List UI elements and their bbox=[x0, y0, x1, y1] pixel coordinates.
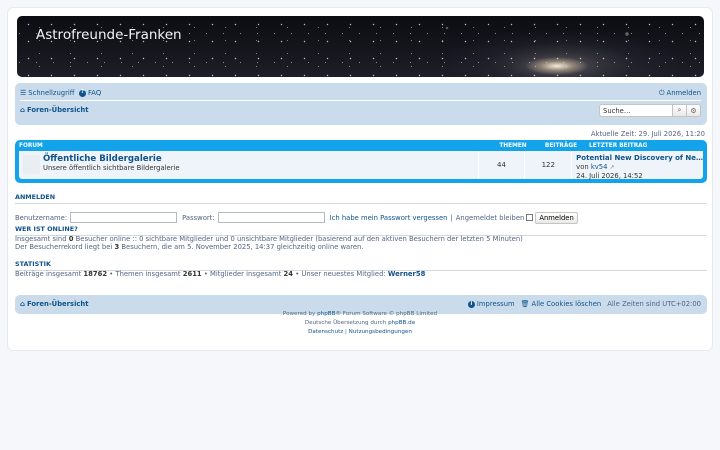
delete-cookies-label: Alle Cookies löschen bbox=[531, 300, 602, 308]
site-title[interactable]: Astrofreunde-Franken bbox=[36, 27, 182, 43]
faq-label: FAQ bbox=[88, 89, 102, 97]
last-post-author: von kv54 ↗ bbox=[576, 163, 703, 171]
login-separator: | bbox=[450, 213, 453, 222]
username-field[interactable] bbox=[70, 212, 178, 223]
stats-line: Beiträge insgesamt 18762 • Themen insges… bbox=[15, 270, 425, 278]
footer-breadcrumb-label: Foren-Übersicht bbox=[27, 300, 89, 308]
forum-title-cell: Öffentliche Bildergalerie Unsere öffentl… bbox=[19, 151, 478, 179]
current-time: Aktuelle Zeit: 29. Juli 2026, 11:20 bbox=[590, 130, 705, 138]
privacy-link[interactable]: Datenschutz bbox=[308, 329, 343, 335]
last-post-by-prefix: von bbox=[576, 163, 589, 171]
delete-cookies-link[interactable]: 🗑 Alle Cookies löschen bbox=[521, 300, 602, 308]
stats-members-value: 24 bbox=[283, 270, 294, 278]
starfield-background bbox=[17, 16, 704, 77]
legal-separator: | bbox=[344, 329, 347, 335]
search-input[interactable] bbox=[599, 104, 673, 117]
breadcrumb-label: Foren-Übersicht bbox=[27, 106, 89, 114]
remember-me-checkbox[interactable] bbox=[526, 214, 534, 221]
stats-posts-label: Beiträge insgesamt bbox=[15, 270, 82, 278]
navbar-links-row: ☰ Schnellzugriff ? FAQ ⏻ Anmelden bbox=[20, 87, 701, 101]
stats-topics-value: 2611 bbox=[182, 270, 202, 278]
page-wrap: Astrofreunde-Franken ☰ Schnellzugriff ? … bbox=[7, 7, 713, 351]
bars-icon: ☰ bbox=[20, 88, 27, 97]
last-post-date: 24. Juli 2026, 14:52 bbox=[576, 172, 643, 180]
terms-link[interactable]: Nutzungsbedingungen bbox=[349, 329, 412, 335]
powered-prefix: Powered by bbox=[282, 311, 316, 317]
col-forum: Forum bbox=[19, 142, 43, 149]
site-header-banner: Astrofreunde-Franken bbox=[17, 16, 704, 77]
last-post-user-link[interactable]: kv54 bbox=[591, 163, 608, 171]
stats-topics-label: • Themen insgesamt bbox=[109, 270, 181, 278]
forum-list-panel: Forum Themen Beiträge Letzter Beitrag Öf… bbox=[15, 140, 707, 183]
last-post-title-link[interactable]: Potential New Discovery of Ne… bbox=[576, 154, 703, 162]
phpbb-de-link[interactable]: phpBB.de bbox=[388, 320, 415, 326]
trash-icon: 🗑 bbox=[520, 299, 530, 308]
online-record-line: Der Besucherrekord liegt bei 3 Besuchern… bbox=[15, 243, 364, 251]
login-button[interactable]: Anmelden bbox=[535, 211, 578, 224]
home-icon: ⌂ bbox=[20, 299, 26, 308]
col-topics: Themen bbox=[499, 142, 527, 149]
password-field[interactable] bbox=[217, 212, 325, 223]
online-count: 0 bbox=[68, 235, 74, 243]
question-circle-icon: ? bbox=[79, 89, 86, 97]
search-button[interactable]: ⌕ bbox=[673, 104, 687, 117]
home-icon: ⌂ bbox=[20, 105, 26, 114]
faq-link[interactable]: ? FAQ bbox=[79, 89, 101, 97]
quick-links-menu[interactable]: ☰ Schnellzugriff bbox=[20, 89, 74, 97]
advanced-search-button[interactable]: ⚙ bbox=[687, 104, 701, 117]
forum-topics-count: 44 bbox=[477, 151, 525, 179]
forum-read-icon bbox=[23, 155, 40, 174]
powered-by-line: Powered by phpBB® Forum Software © phpBB… bbox=[0, 311, 720, 317]
powered-suffix: ® Forum Software © phpBB Limited bbox=[335, 311, 438, 317]
online-text-a: Insgesamt sind bbox=[15, 235, 67, 243]
stats-newest-label: • Unser neuestes Mitglied: bbox=[295, 270, 386, 278]
search-icon: ⌕ bbox=[677, 106, 682, 114]
login-form: Benutzername: Passwort: Ich habe mein Pa… bbox=[15, 211, 707, 224]
quick-links-label: Schnellzugriff bbox=[28, 89, 75, 97]
stats-members-label: • Mitglieder insgesamt bbox=[203, 270, 282, 278]
col-last-post: Letzter Beitrag bbox=[589, 142, 648, 149]
login-section-title: Anmelden bbox=[15, 193, 707, 204]
forum-row: Öffentliche Bildergalerie Unsere öffentl… bbox=[19, 151, 703, 180]
search-box: ⌕ ⚙ bbox=[599, 104, 701, 117]
stats-posts-value: 18762 bbox=[83, 270, 108, 278]
forum-posts-count: 122 bbox=[524, 151, 571, 179]
online-users-line: Insgesamt sind 0 Besucher online :: 0 si… bbox=[15, 235, 523, 243]
login-link[interactable]: ⏻ Anmelden bbox=[659, 89, 701, 97]
imprint-link[interactable]: i Impressum bbox=[467, 300, 515, 308]
footer-links: i Impressum 🗑 Alle Cookies löschen Alle … bbox=[467, 300, 701, 308]
translation-line: Deutsche Übersetzung durch phpBB.de bbox=[0, 320, 720, 326]
timezone-note: Alle Zeiten sind UTC+02:00 bbox=[607, 300, 701, 308]
translation-prefix: Deutsche Übersetzung durch bbox=[304, 320, 387, 326]
record-text-b: Besuchern, die am 5. November 2025, 14:3… bbox=[121, 243, 364, 251]
username-label: Benutzername: bbox=[15, 213, 68, 222]
remember-me-label: Angemeldet bleiben bbox=[455, 213, 525, 222]
imprint-label: Impressum bbox=[476, 300, 515, 308]
forum-list-header: Forum Themen Beiträge Letzter Beitrag bbox=[19, 140, 703, 151]
password-label: Passwort: bbox=[182, 213, 215, 222]
footer-breadcrumb-home[interactable]: ⌂ Foren-Übersicht bbox=[20, 300, 89, 308]
forgot-password-link[interactable]: Ich habe mein Passwort vergessen bbox=[330, 214, 448, 222]
record-count: 3 bbox=[114, 243, 120, 251]
forum-description: Unsere öffentlich sichtbare Bildergaleri… bbox=[43, 164, 180, 172]
login-link-label: Anmelden bbox=[666, 89, 701, 97]
external-link-icon[interactable]: ↗ bbox=[610, 165, 615, 171]
forum-name-link[interactable]: Öffentliche Bildergalerie bbox=[43, 154, 478, 164]
newest-member-link[interactable]: Werner58 bbox=[388, 270, 425, 278]
forum-last-post-cell: Potential New Discovery of Ne… von kv54 … bbox=[571, 151, 703, 180]
phpbb-link[interactable]: phpBB bbox=[317, 311, 335, 317]
navbar-breadcrumb-row: ⌂ Foren-Übersicht ⌕ ⚙ bbox=[20, 103, 701, 121]
breadcrumb-home[interactable]: ⌂ Foren-Übersicht bbox=[20, 106, 89, 114]
cog-icon: ⚙ bbox=[690, 106, 697, 115]
record-text-a: Der Besucherrekord liegt bei bbox=[15, 243, 113, 251]
info-circle-icon: i bbox=[467, 300, 475, 308]
top-navbar: ☰ Schnellzugriff ? FAQ ⏻ Anmelden ⌂ Fore… bbox=[15, 83, 707, 125]
col-posts: Beiträge bbox=[544, 142, 578, 149]
online-text-b: Besucher online :: 0 sichtbare Mitgliede… bbox=[75, 235, 523, 243]
legal-links-line: Datenschutz | Nutzungsbedingungen bbox=[0, 329, 720, 335]
power-icon: ⏻ bbox=[659, 88, 665, 97]
